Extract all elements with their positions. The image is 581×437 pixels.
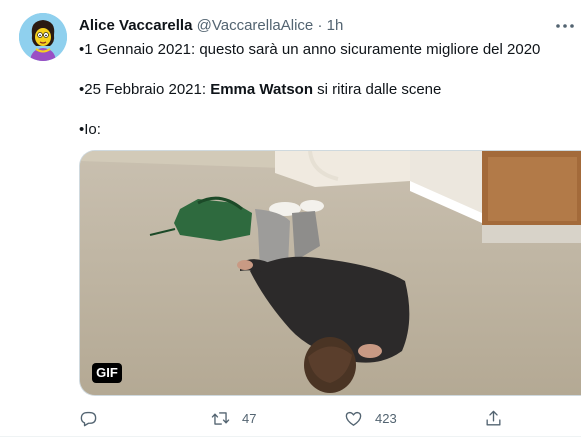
tweet-text-line-3: •Io: [79,121,101,138]
tweet-media-gif[interactable]: GIF [79,150,581,396]
reply-button[interactable] [79,404,110,432]
share-button[interactable] [484,404,503,432]
avatar-image [19,13,67,61]
reply-icon [80,411,97,426]
author-name[interactable]: Alice Vaccarella [79,17,192,34]
tweet[interactable]: Alice Vaccarella @VaccarellaAlice · 1h •… [0,0,581,437]
retweet-button[interactable]: 47 [211,404,256,432]
retweet-icon [211,411,230,425]
more-horizontal-icon [556,24,574,28]
tweet-text-line-1: •1 Gennaio 2021: questo sarà un anno sic… [79,41,541,58]
tweet-text-line-2: •25 Febbraio 2021: Emma Watson si ritira… [79,80,441,100]
line-2-bold-name: Emma Watson [210,81,313,98]
like-button[interactable]: 423 [344,404,397,432]
line-2-suffix: si ritira dalle scene [312,81,442,98]
tweet-actions: 47 423 [0,404,581,432]
heart-icon [345,411,362,426]
separator-dot: · [317,17,323,34]
tweet-header: Alice Vaccarella @VaccarellaAlice · 1h [79,16,343,36]
avatar[interactable] [19,13,67,61]
more-button[interactable] [553,14,577,38]
like-count: 423 [375,410,397,426]
retweet-count: 47 [242,410,257,426]
gif-badge: GIF [92,363,122,383]
author-handle[interactable]: @VaccarellaAlice [197,17,314,34]
line-2-prefix: •25 Febbraio 2021: [79,81,211,98]
share-icon [486,410,501,426]
gif-frame [80,151,581,395]
tweet-timestamp[interactable]: 1h [327,17,344,34]
